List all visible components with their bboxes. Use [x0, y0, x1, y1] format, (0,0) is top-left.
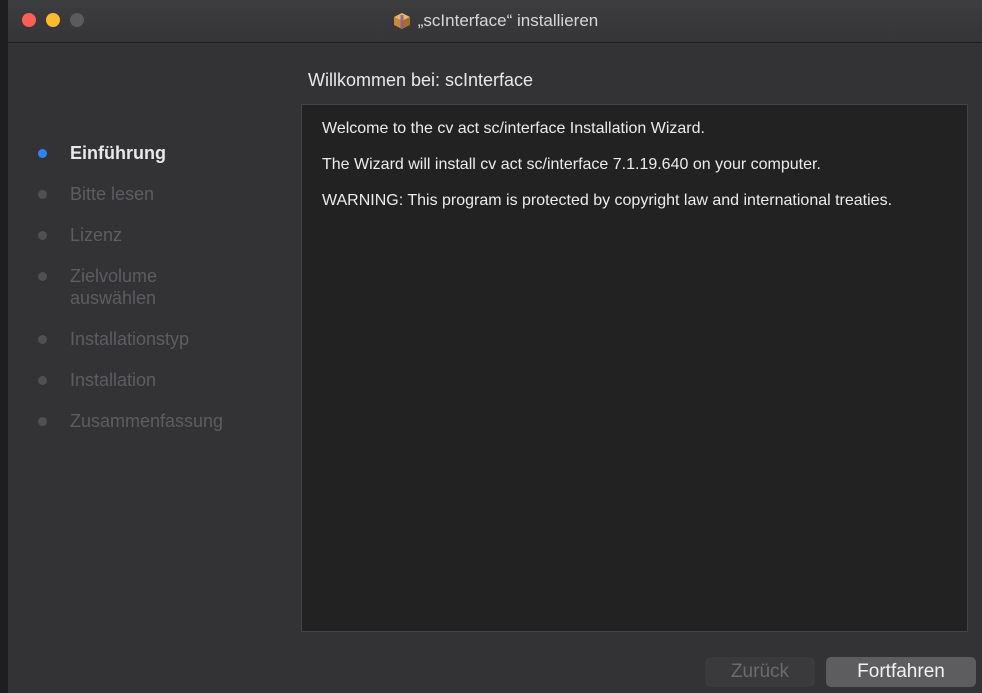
install-info-paragraph: The Wizard will install cv act sc/interf…: [322, 156, 821, 173]
step-einfuehrung: Einführung: [38, 142, 288, 164]
back-button[interactable]: Zurück: [705, 657, 815, 687]
step-label: Installation: [70, 370, 157, 390]
step-zielvolume: Zielvolume auswählen: [38, 265, 210, 309]
window-title-wrap: „scInterface“ installieren: [8, 0, 982, 42]
step-dot-icon: [38, 376, 47, 385]
title-bar[interactable]: „scInterface“ installieren: [8, 0, 982, 43]
step-installationstyp: Installationstyp: [38, 328, 288, 350]
step-lizenz: Lizenz: [38, 224, 288, 246]
step-dot-icon: [38, 335, 47, 344]
page-title: Willkommen bei: scInterface: [308, 70, 534, 90]
step-label: Zielvolume auswählen: [70, 266, 158, 308]
step-dot-icon: [38, 272, 47, 281]
step-label: Zusammenfassung: [70, 411, 224, 431]
step-label: Bitte lesen: [70, 184, 155, 204]
step-label: Lizenz: [70, 225, 123, 245]
continue-button[interactable]: Fortfahren: [826, 657, 976, 687]
welcome-text-panel[interactable]: Welcome to the cv act sc/interface Insta…: [301, 104, 968, 632]
step-dot-icon: [38, 231, 47, 240]
step-sidebar: Einführung Bitte lesen Lizenz Zielvolume…: [38, 142, 288, 451]
window-title: „scInterface“ installieren: [417, 11, 599, 30]
step-zusammenfassung: Zusammenfassung: [38, 410, 288, 432]
step-dot-icon: [38, 190, 47, 199]
step-label: Einführung: [70, 143, 166, 163]
step-installation: Installation: [38, 369, 288, 391]
step-label: Installationstyp: [70, 329, 190, 349]
warning-paragraph: WARNING: This program is protected by co…: [322, 192, 893, 209]
installer-window: „scInterface“ installieren Einführung Bi…: [8, 0, 982, 693]
step-dot-icon: [38, 417, 47, 426]
welcome-paragraph: Welcome to the cv act sc/interface Insta…: [322, 120, 705, 137]
package-icon: [392, 11, 412, 31]
active-step-dot-icon: [38, 149, 47, 158]
step-bitte-lesen: Bitte lesen: [38, 183, 288, 205]
